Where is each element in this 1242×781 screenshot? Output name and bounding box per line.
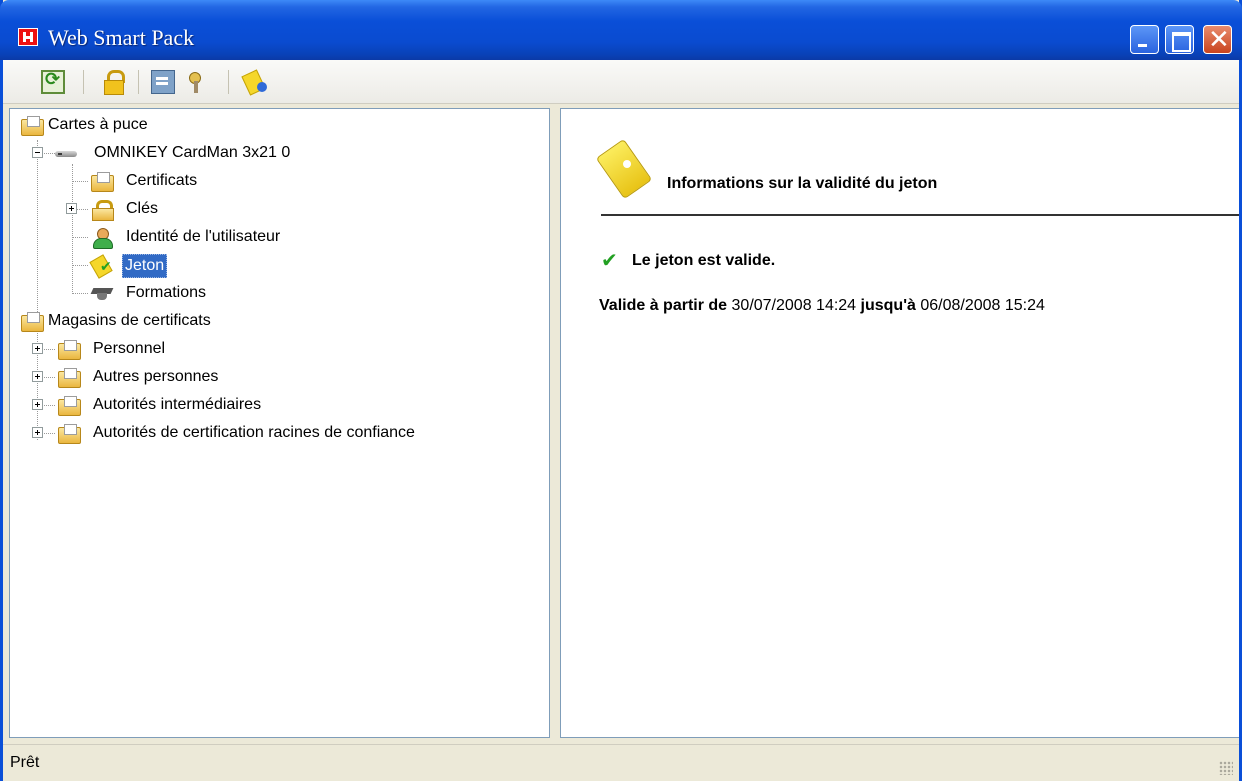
toolbar-separator bbox=[138, 70, 139, 94]
valid-from-date: 30/07/2008 14:24 bbox=[731, 297, 857, 314]
tree-item-autres-personnes[interactable]: Autres personnes bbox=[58, 366, 308, 388]
tree-item-label: Autorités de certification racines de co… bbox=[93, 424, 415, 441]
expand-icon[interactable] bbox=[66, 203, 77, 214]
toolbar bbox=[3, 60, 1239, 104]
tree-item-label: Magasins de certificats bbox=[48, 312, 211, 329]
tree-item-omnikey-reader[interactable]: OMNIKEY CardMan 3x21 0 bbox=[55, 142, 375, 164]
token-icon[interactable] bbox=[243, 70, 267, 94]
tree-item-autorites-racines[interactable]: Autorités de certification racines de co… bbox=[58, 422, 538, 444]
tree-item-certificats[interactable]: Certificats bbox=[91, 170, 291, 192]
token-icon bbox=[601, 140, 661, 198]
tree-item-cartes-a-puce[interactable]: Cartes à puce bbox=[21, 114, 281, 136]
checkmark-icon: ✔ bbox=[601, 250, 618, 272]
expand-icon[interactable] bbox=[32, 427, 43, 438]
validity-period: Valide à partir de 30/07/2008 14:24 jusq… bbox=[599, 297, 1045, 315]
tree-line bbox=[72, 265, 88, 266]
minimize-button[interactable] bbox=[1130, 25, 1159, 54]
main-window: Web Smart Pack ✕ Cartes à puce OMNIKEY C… bbox=[0, 0, 1242, 781]
folder-icon bbox=[21, 116, 44, 136]
card-reader-icon bbox=[55, 144, 77, 163]
toolbar-separator bbox=[228, 70, 229, 94]
valid-to-date: 06/08/2008 15:24 bbox=[920, 297, 1045, 314]
tree-item-label: Jeton bbox=[122, 254, 168, 278]
graduation-cap-icon bbox=[91, 284, 113, 303]
tree-item-autorites-intermediaires[interactable]: Autorités intermédiaires bbox=[58, 394, 358, 416]
valid-from-label: Valide à partir de bbox=[599, 297, 728, 314]
valid-to-label: jusqu'à bbox=[860, 297, 916, 314]
status-bar: Prêt bbox=[3, 744, 1239, 781]
tree-item-label: Cartes à puce bbox=[48, 116, 148, 133]
lock-folder-icon bbox=[91, 200, 114, 221]
folder-icon bbox=[58, 340, 81, 360]
user-icon bbox=[91, 228, 113, 249]
folder-icon bbox=[58, 396, 81, 416]
tree-item-label: Certificats bbox=[126, 172, 198, 189]
tree-item-label: Personnel bbox=[93, 340, 166, 357]
folder-icon bbox=[58, 368, 81, 388]
pane-splitter[interactable] bbox=[550, 104, 560, 740]
details-pane bbox=[560, 108, 1239, 738]
lock-icon[interactable] bbox=[101, 70, 125, 95]
app-icon bbox=[18, 28, 38, 46]
collapse-icon[interactable] bbox=[32, 147, 43, 158]
expand-icon[interactable] bbox=[32, 343, 43, 354]
close-button[interactable]: ✕ bbox=[1203, 25, 1232, 54]
tree-item-identite[interactable]: Identité de l'utilisateur bbox=[91, 226, 391, 249]
tree-line bbox=[72, 237, 88, 238]
details-title: Informations sur la validité du jeton bbox=[667, 175, 938, 192]
expand-icon[interactable] bbox=[32, 371, 43, 382]
tree-item-label: Autres personnes bbox=[93, 368, 219, 385]
tree-line bbox=[72, 293, 88, 294]
tree-line bbox=[72, 164, 73, 294]
window-title: Web Smart Pack bbox=[48, 25, 195, 50]
tree-item-label: Clés bbox=[126, 200, 159, 217]
tree-item-label: Autorités intermédiaires bbox=[93, 396, 262, 413]
token-icon bbox=[91, 256, 113, 275]
refresh-icon[interactable] bbox=[41, 69, 65, 94]
tree-item-formations[interactable]: Formations bbox=[91, 282, 291, 304]
maximize-button[interactable] bbox=[1165, 25, 1194, 54]
tree-item-label: Formations bbox=[126, 284, 207, 301]
tree-item-jeton[interactable]: Jeton bbox=[91, 254, 291, 278]
tree-line bbox=[37, 140, 38, 440]
certificate-icon[interactable] bbox=[151, 70, 175, 94]
validity-status: Le jeton est valide. bbox=[632, 252, 776, 269]
folder-icon bbox=[91, 172, 114, 192]
tree-line bbox=[72, 181, 88, 182]
folder-icon bbox=[21, 312, 44, 332]
folder-icon bbox=[58, 424, 81, 444]
tree-item-label: Identité de l'utilisateur bbox=[126, 228, 281, 245]
tree-item-label: OMNIKEY CardMan 3x21 0 bbox=[94, 144, 291, 161]
expand-icon[interactable] bbox=[32, 399, 43, 410]
tree-item-magasins[interactable]: Magasins de certificats bbox=[21, 310, 321, 332]
tree-item-personnel[interactable]: Personnel bbox=[58, 338, 258, 360]
keys-icon[interactable] bbox=[185, 70, 209, 94]
status-text: Prêt bbox=[10, 754, 40, 771]
divider bbox=[601, 214, 1239, 216]
close-icon: ✕ bbox=[1208, 24, 1230, 54]
tree-item-cles[interactable]: Clés bbox=[91, 198, 291, 221]
resize-grip-icon[interactable] bbox=[1219, 761, 1233, 775]
toolbar-separator bbox=[83, 70, 84, 94]
title-bar[interactable]: Web Smart Pack ✕ bbox=[0, 0, 1242, 60]
